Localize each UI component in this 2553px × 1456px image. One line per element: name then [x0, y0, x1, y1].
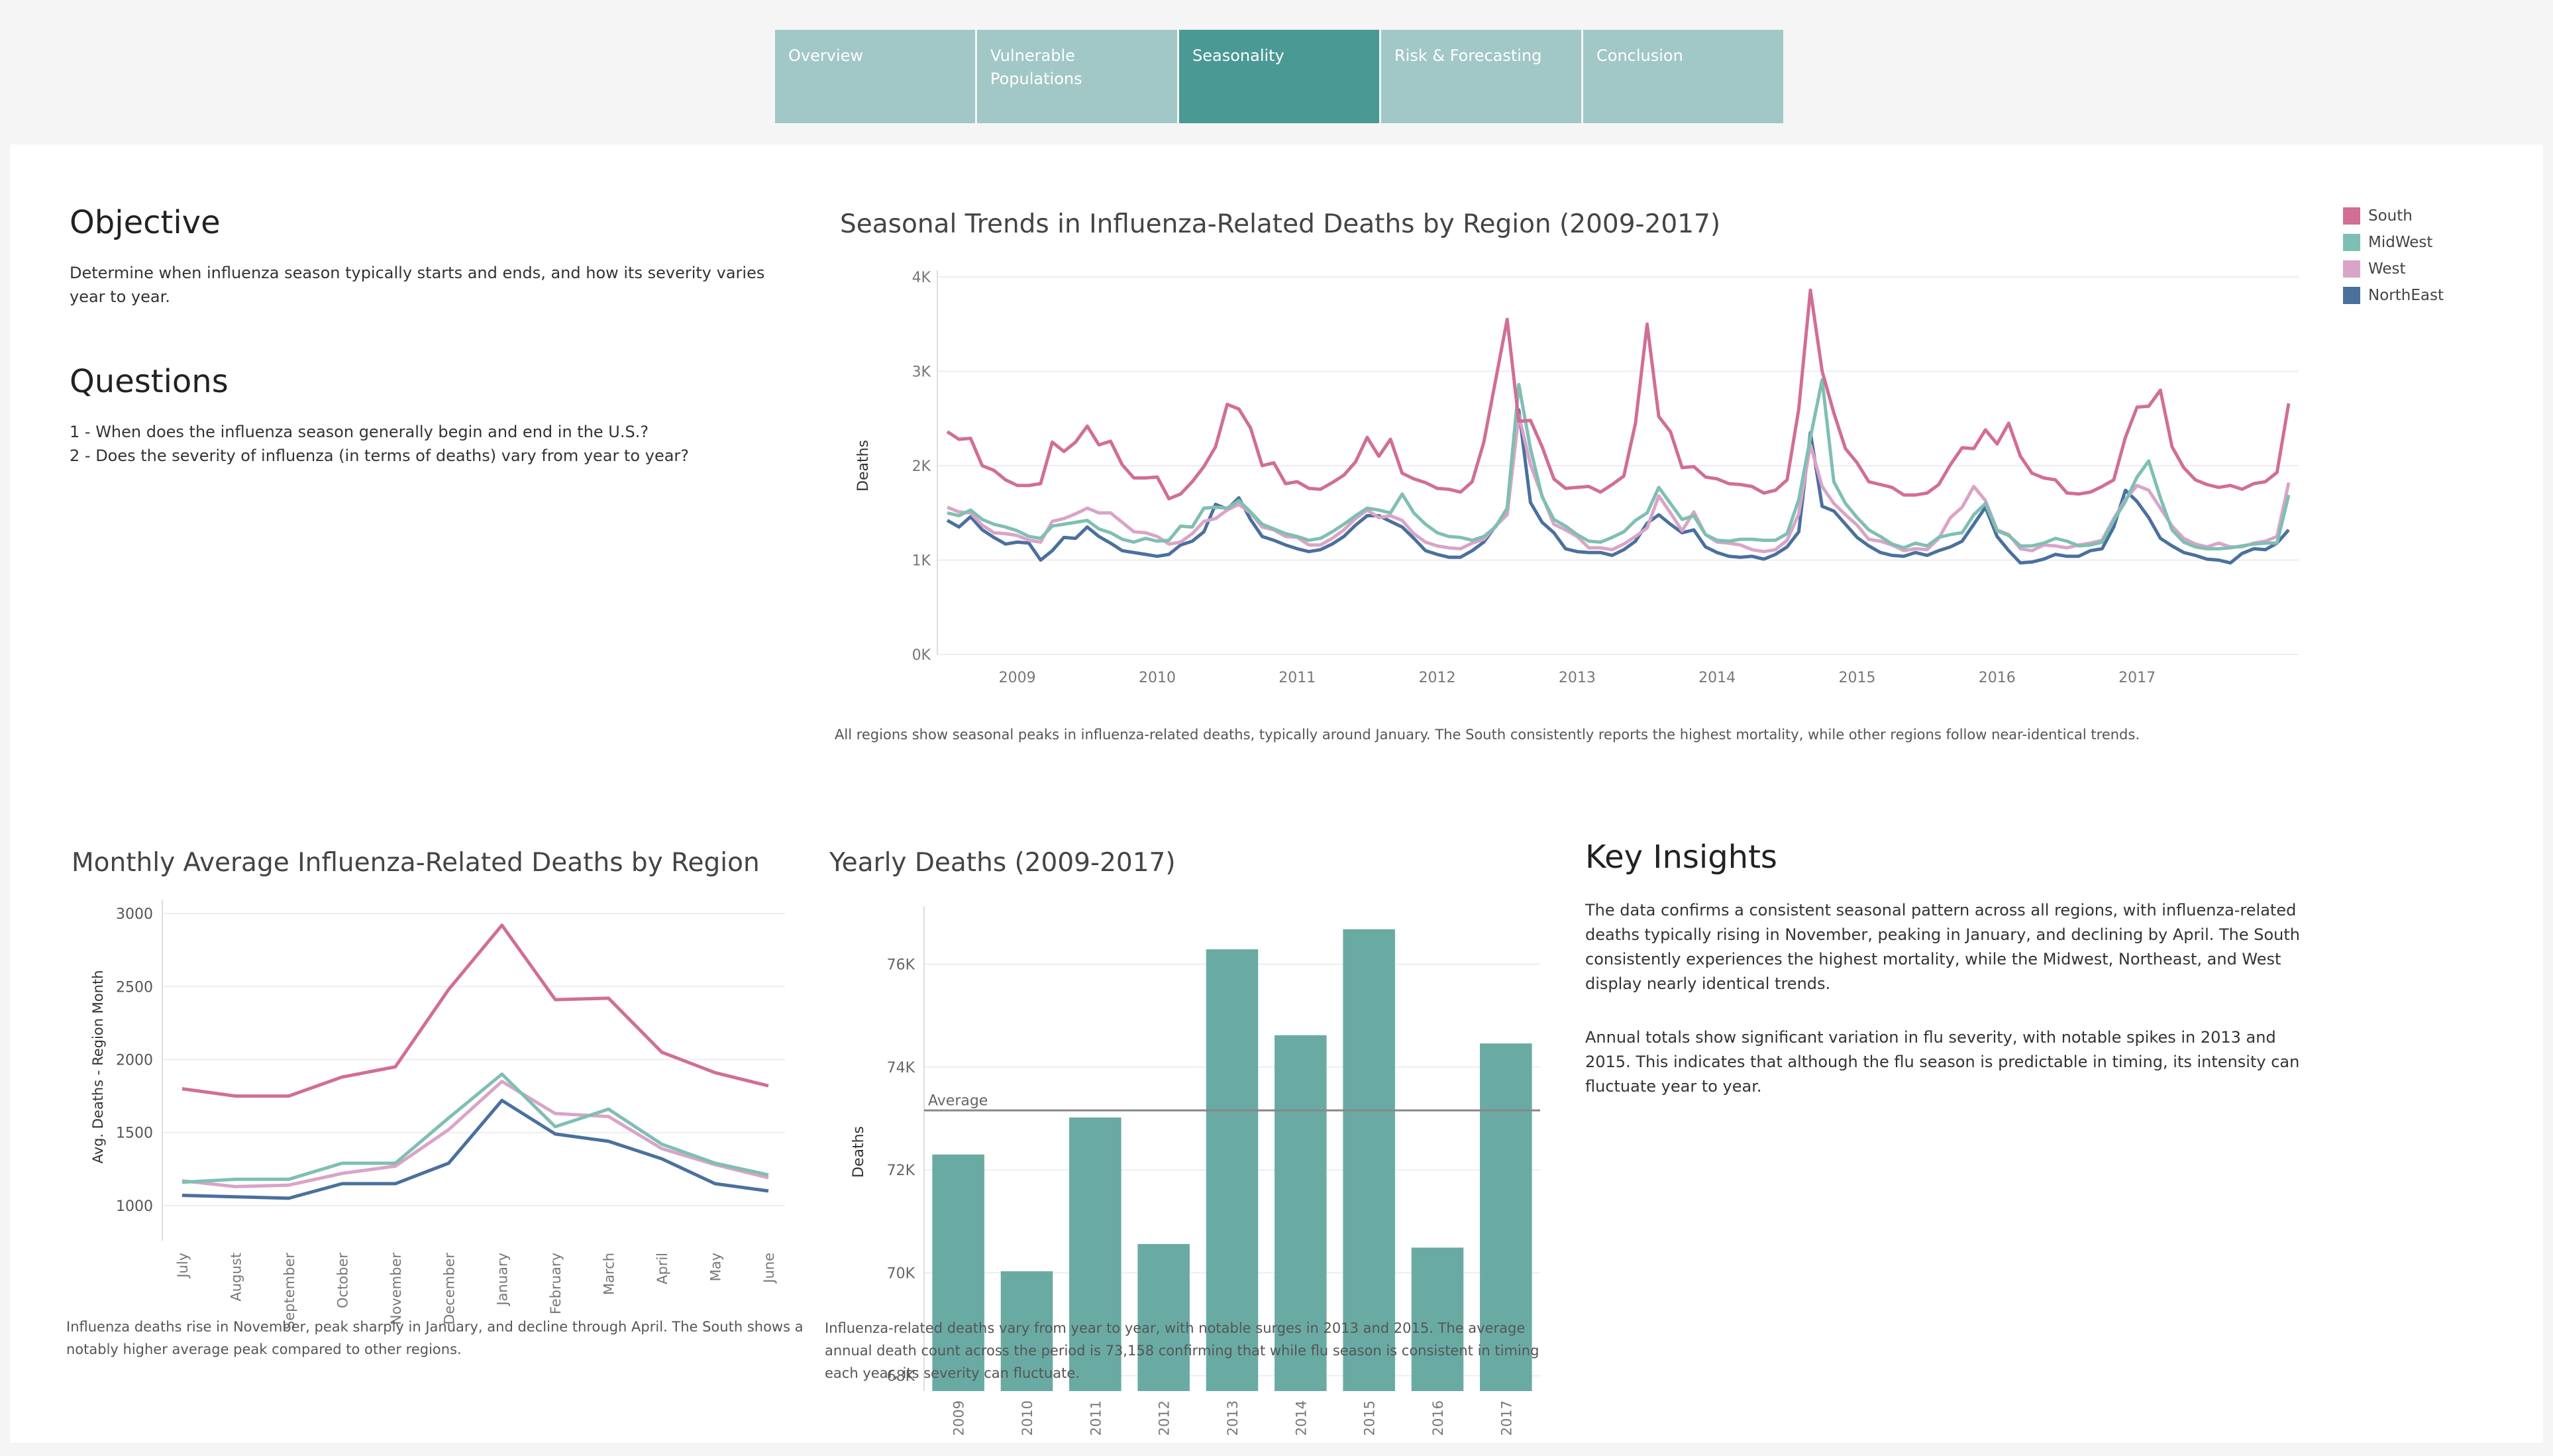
question-2: 2 - Does the severity of influenza (in t… [70, 446, 690, 465]
y-tick-label: 74K [887, 1060, 915, 1076]
legend-label: MidWest [2368, 234, 2433, 251]
x-tick-label: 2009 [999, 670, 1036, 686]
monthly-chart-title: Monthly Average Influenza-Related Deaths… [72, 848, 760, 878]
series-line-south [182, 923, 769, 1098]
x-tick-label: February [548, 1253, 564, 1314]
y-tick-label: 0K [912, 647, 931, 664]
x-tick-label: June [761, 1253, 777, 1284]
y-tick-label: 3000 [116, 906, 153, 923]
x-tick-label: 2014 [1293, 1400, 1309, 1435]
x-tick-label: March [601, 1253, 617, 1295]
tab-vulnerable-populations[interactable]: Vulnerable Populations [977, 30, 1177, 123]
series-line-midwest [947, 378, 2291, 550]
legend-label: NorthEast [2368, 287, 2444, 304]
objective-title: Objective [70, 204, 221, 241]
x-tick-label: 2015 [1838, 670, 1875, 686]
y-tick-label: 1000 [116, 1198, 153, 1215]
x-tick-label: 2009 [951, 1400, 967, 1435]
yearly-chart-title: Yearly Deaths (2009-2017) [829, 848, 1176, 878]
y-axis-title: Deaths [855, 440, 872, 492]
y-tick-label: 1500 [116, 1125, 153, 1142]
y-tick-label: 3K [912, 364, 931, 381]
monthly-chart-caption: Influenza deaths rise in November, peak … [66, 1319, 804, 1357]
dashboard-panel: Objective Determine when influenza seaso… [10, 144, 2543, 1443]
x-tick-label: 2016 [1979, 670, 2016, 686]
x-tick-label: 2015 [1362, 1400, 1378, 1435]
region-legend[interactable]: South MidWest West NorthEast [2343, 203, 2444, 309]
x-tick-label: December [441, 1253, 457, 1325]
legend-swatch-south [2343, 207, 2360, 225]
legend-label: West [2368, 260, 2406, 278]
x-tick-label: November [388, 1253, 404, 1326]
x-tick-label: 2012 [1157, 1400, 1172, 1435]
x-tick-label: May [708, 1253, 724, 1281]
legend-item-northeast[interactable]: NorthEast [2343, 282, 2444, 309]
key-insights-paragraph-1: The data confirms a consistent seasonal … [1585, 901, 2301, 993]
x-tick-label: April [654, 1253, 670, 1284]
legend-item-south[interactable]: South [2343, 203, 2444, 229]
trend-chart-title: Seasonal Trends in Influenza-Related Dea… [840, 209, 1721, 239]
average-label: Average [928, 1092, 988, 1109]
tab-risk-forecasting[interactable]: Risk & Forecasting [1381, 30, 1581, 123]
x-tick-label: January [495, 1253, 511, 1307]
x-tick-label: 2016 [1430, 1400, 1446, 1435]
key-insights-title: Key Insights [1585, 839, 1777, 876]
tab-overview[interactable]: Overview [775, 30, 975, 123]
x-tick-label: 2017 [1498, 1400, 1514, 1435]
x-tick-label: 2017 [2118, 670, 2156, 686]
trend-chart-caption: All regions show seasonal peaks in influ… [835, 727, 2140, 743]
monthly-chart[interactable]: 1000 1500 2000 2500 3000 Avg. Deaths - Region… [50, 886, 798, 1456]
series-line-west [947, 413, 2291, 554]
y-tick-label: 2K [912, 458, 931, 475]
tab-conclusion[interactable]: Conclusion [1583, 30, 1783, 123]
legend-label: South [2368, 207, 2413, 225]
x-tick-label: July [175, 1253, 191, 1279]
legend-swatch-northeast [2343, 287, 2360, 304]
objective-text: Determine when influenza season typicall… [70, 264, 765, 306]
y-tick-label: 2500 [116, 979, 153, 996]
x-tick-label: October [335, 1253, 350, 1308]
y-tick-label: 72K [887, 1163, 915, 1179]
legend-swatch-midwest [2343, 234, 2360, 251]
y-tick-label: 76K [887, 957, 915, 974]
x-tick-label: 2010 [1019, 1400, 1035, 1435]
x-tick-label: 2011 [1278, 670, 1316, 686]
dashboard-tab-bar: Overview Vulnerable Populations Seasonal… [775, 30, 1785, 123]
yearly-chart-caption: Influenza-related deaths vary from year … [825, 1320, 1539, 1381]
y-tick-label: 1K [912, 553, 931, 570]
y-tick-label: 70K [887, 1265, 915, 1282]
x-tick-label: August [228, 1253, 244, 1302]
legend-item-west[interactable]: West [2343, 256, 2444, 282]
question-1: 1 - When does the influenza season gener… [70, 423, 649, 441]
y-axis-title: Avg. Deaths - Region Month [90, 970, 106, 1163]
x-tick-label: 2013 [1559, 670, 1596, 686]
x-tick-label: 2010 [1139, 670, 1176, 686]
x-tick-label: 2012 [1419, 670, 1456, 686]
x-tick-label: 2013 [1225, 1400, 1241, 1435]
legend-item-midwest[interactable]: MidWest [2343, 229, 2444, 256]
y-axis-title: Deaths [851, 1126, 867, 1178]
series-line-south [946, 288, 2291, 501]
trend-chart[interactable]: 0K 1K 2K 3K 4K Deaths 2009 2010 2011 2012 2013 2014… [835, 250, 2312, 860]
tab-seasonality[interactable]: Seasonality [1179, 30, 1379, 123]
x-tick-label: 2011 [1088, 1400, 1104, 1435]
key-insights-paragraph-2: Annual totals show significant variation… [1585, 1028, 2300, 1096]
questions-title: Questions [70, 363, 229, 400]
x-tick-label: 2014 [1698, 670, 1736, 686]
legend-swatch-west [2343, 260, 2360, 278]
y-tick-label: 2000 [116, 1052, 153, 1068]
y-tick-label: 4K [912, 270, 931, 286]
